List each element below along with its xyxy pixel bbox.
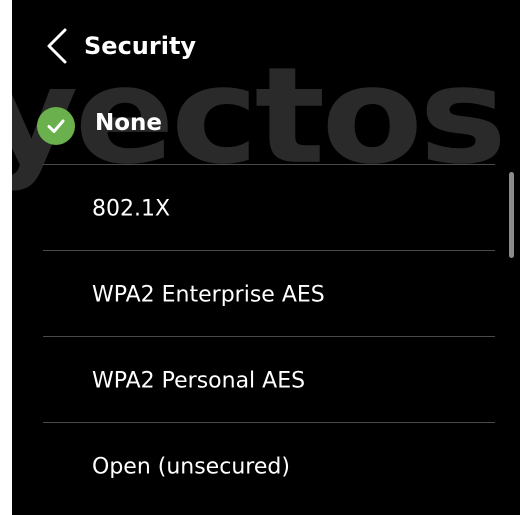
- divider: [43, 164, 495, 165]
- page-title: Security: [84, 32, 197, 60]
- security-screen: yectos Security None 802.1X WPA2 Enterpr…: [12, 0, 520, 515]
- option-label: Open (unsecured): [92, 454, 290, 480]
- selected-option-label: None: [95, 110, 163, 136]
- check-circle-icon: [37, 107, 75, 145]
- back-button[interactable]: [38, 26, 76, 70]
- scrollbar[interactable]: [509, 172, 514, 258]
- divider: [43, 250, 495, 251]
- option-wpa2-enterprise-aes[interactable]: WPA2 Enterprise AES: [12, 253, 502, 337]
- divider: [43, 422, 495, 423]
- selected-option-none[interactable]: None: [12, 92, 520, 160]
- chevron-left-icon: [45, 27, 69, 69]
- divider: [43, 336, 495, 337]
- option-label: 802.1X: [92, 196, 171, 222]
- option-wpa2-personal-aes[interactable]: WPA2 Personal AES: [12, 339, 502, 423]
- option-label: WPA2 Enterprise AES: [92, 282, 325, 308]
- header: Security: [12, 22, 520, 74]
- option-open-unsecured[interactable]: Open (unsecured): [12, 425, 502, 509]
- option-802-1x[interactable]: 802.1X: [12, 167, 502, 251]
- option-label: WPA2 Personal AES: [92, 368, 306, 394]
